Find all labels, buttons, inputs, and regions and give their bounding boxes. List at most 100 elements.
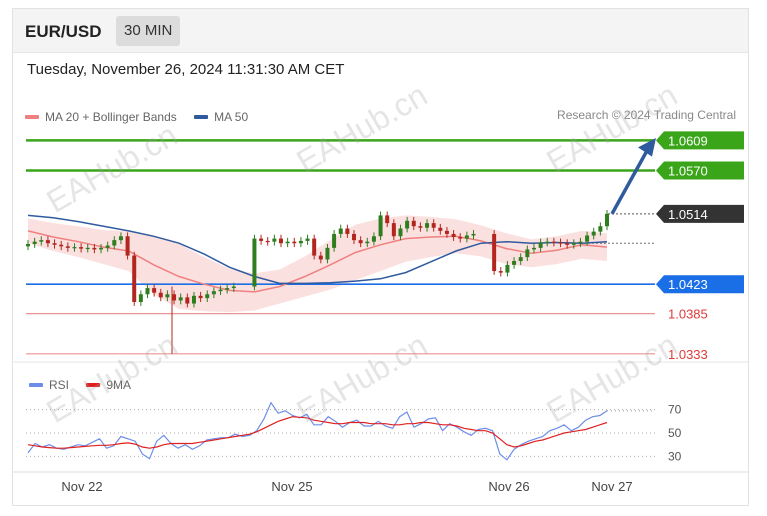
candle-body [498, 271, 503, 273]
candle-body [178, 297, 183, 301]
candle-body [172, 294, 177, 301]
rsi-tick-label: 50 [668, 426, 682, 440]
level-label: 1.0385 [668, 307, 708, 322]
candle-body [145, 288, 150, 295]
candle-body [32, 241, 37, 244]
candle-body [218, 289, 223, 292]
candle-body [225, 288, 230, 290]
candle-body [118, 236, 123, 241]
candle-body [85, 247, 90, 250]
candle-body [605, 213, 609, 227]
candle-body [451, 233, 456, 238]
candle-body [298, 240, 303, 244]
price-chart-svg: 1.0609 1.0570 1.0514 1.0423 1.0385 1.0333 30 50… [13, 131, 748, 494]
candle-body [378, 215, 383, 237]
candle-body [92, 247, 97, 250]
candle-body [325, 247, 330, 260]
x-tick-label: Nov 27 [591, 479, 632, 494]
candle-body [418, 226, 423, 228]
candle-body [525, 249, 530, 258]
candle-body [52, 243, 57, 245]
candle-body [132, 255, 137, 302]
level-label: 1.0514 [668, 207, 708, 222]
candle-body [591, 231, 596, 236]
candle-body [531, 247, 536, 250]
x-tick-label: Nov 25 [271, 479, 312, 494]
candle-body [391, 223, 396, 237]
rsi-tick-label: 70 [668, 403, 682, 417]
level-label: 1.0423 [668, 277, 708, 292]
candle-body [305, 238, 310, 241]
level-label: 1.0609 [668, 133, 708, 148]
candle-body [551, 241, 556, 243]
candle-body [185, 297, 190, 304]
candle-body [158, 292, 163, 298]
candle-body [512, 261, 517, 265]
x-tick-label: Nov 26 [488, 479, 529, 494]
candle-body [385, 215, 390, 224]
candle-body [405, 220, 410, 229]
candle-body [278, 238, 283, 244]
candle-body [471, 233, 476, 236]
candle-body [72, 247, 77, 249]
candle-body [191, 295, 196, 304]
candle-body [79, 247, 84, 249]
candle-body [444, 230, 449, 234]
candle-body [265, 240, 270, 243]
candle-body [318, 255, 323, 260]
candle-body [39, 240, 44, 242]
candle-body [112, 240, 117, 246]
forecast-arrow-shaft [610, 148, 650, 215]
candle-body [492, 233, 497, 272]
candle-body [438, 227, 443, 231]
candle-body [352, 233, 357, 241]
candle-body [105, 245, 110, 248]
candle-body [26, 244, 30, 247]
candle-body [138, 294, 143, 302]
candle-body [205, 294, 210, 299]
candle-body [59, 244, 64, 247]
candle-body [365, 241, 370, 244]
candle-body [571, 243, 576, 245]
candle-body [272, 238, 277, 242]
candle-body [558, 242, 563, 244]
candle-body [565, 243, 570, 245]
candle-body [125, 236, 130, 256]
candle-body [464, 235, 469, 239]
rsi-tick-label: 30 [668, 449, 682, 463]
candle-body [65, 246, 70, 248]
candle-body [165, 294, 170, 298]
candle-body [371, 236, 376, 242]
candle-body [598, 226, 603, 232]
candle-body [431, 223, 436, 228]
candle-body [538, 242, 543, 248]
bollinger-band [28, 215, 607, 313]
candle-body [45, 240, 50, 244]
rsi-line [27, 401, 608, 461]
candle-body [259, 238, 264, 241]
candle-body [292, 241, 297, 244]
level-label: 1.0333 [668, 347, 708, 362]
x-tick-label: Nov 22 [61, 479, 102, 494]
candle-body [585, 235, 590, 242]
candle-body [338, 228, 343, 234]
candle-body [578, 241, 583, 244]
candle-body [358, 240, 363, 244]
candle-body [345, 228, 350, 234]
candle-body [518, 257, 523, 262]
candle-body [252, 238, 257, 287]
candle-body [211, 291, 216, 295]
candle-body [545, 241, 550, 243]
candle-body [332, 233, 337, 248]
candle-body [312, 238, 317, 256]
candle-body [398, 228, 403, 237]
candle-body [152, 288, 157, 293]
candle-body [411, 220, 416, 227]
candle-body [458, 237, 463, 239]
candle-body [231, 286, 236, 289]
candle-body [425, 223, 430, 228]
level-label: 1.0570 [668, 164, 708, 179]
candle-body [198, 295, 203, 299]
candle-body [505, 264, 510, 273]
candle-body [285, 241, 290, 244]
